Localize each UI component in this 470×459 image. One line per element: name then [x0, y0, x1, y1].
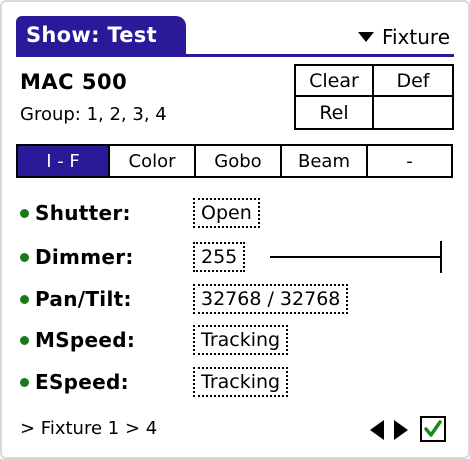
header-divider — [16, 54, 454, 57]
status-dot-icon — [20, 335, 29, 345]
tab-beam[interactable]: Beam — [282, 146, 368, 176]
fixture-menu-label: Fixture — [381, 25, 450, 49]
clear-button[interactable]: Clear — [296, 66, 374, 97]
action-button-grid: Clear Def Rel — [294, 64, 454, 130]
fixture-menu-dropdown[interactable]: Fixture — [357, 22, 450, 52]
arrow-left-icon[interactable] — [368, 419, 386, 441]
status-dot-icon — [20, 377, 29, 387]
status-dot-icon — [20, 294, 29, 304]
parameter-tabs: I - F Color Gobo Beam - — [16, 144, 453, 178]
mspeed-value-field[interactable]: Tracking — [193, 325, 289, 355]
tab-more[interactable]: - — [368, 146, 451, 176]
dimmer-slider-thumb[interactable] — [440, 241, 442, 273]
dimmer-row: Dimmer: — [20, 240, 134, 274]
fixture-breadcrumb: > Fixture 1 > 4 — [20, 418, 158, 439]
rel-button[interactable]: Rel — [296, 97, 374, 128]
shutter-row: Shutter: — [20, 196, 131, 230]
show-title: Show: Test — [16, 16, 186, 54]
mspeed-label: MSpeed: — [35, 328, 136, 352]
fixture-name: MAC 500 — [20, 70, 128, 94]
espeed-value-field[interactable]: Tracking — [193, 367, 289, 397]
empty-button[interactable] — [374, 97, 452, 128]
checkmark-icon — [424, 420, 442, 437]
fixture-group: Group: 1, 2, 3, 4 — [20, 104, 167, 125]
shutter-label: Shutter: — [35, 201, 131, 225]
pantilt-row: Pan/Tilt: — [20, 282, 132, 316]
dimmer-label: Dimmer: — [35, 245, 134, 269]
dimmer-value-field[interactable]: 255 — [193, 242, 246, 272]
dimmer-slider-track[interactable] — [270, 256, 442, 258]
espeed-label: ESpeed: — [35, 370, 129, 394]
tab-color[interactable]: Color — [110, 146, 196, 176]
status-dot-icon — [20, 208, 29, 218]
status-dot-icon — [20, 252, 29, 262]
shutter-value-field[interactable]: Open — [193, 198, 260, 228]
tab-gobo[interactable]: Gobo — [196, 146, 282, 176]
triangle-down-icon — [357, 32, 374, 42]
pantilt-label: Pan/Tilt: — [35, 287, 132, 311]
pantilt-value-field[interactable]: 32768 / 32768 — [193, 284, 349, 314]
def-button[interactable]: Def — [374, 66, 452, 97]
tab-intensity-focus[interactable]: I - F — [18, 146, 110, 176]
confirm-checkbox[interactable] — [420, 416, 446, 442]
mspeed-row: MSpeed: — [20, 323, 135, 357]
arrow-right-icon[interactable] — [392, 419, 410, 441]
espeed-row: ESpeed: — [20, 365, 129, 399]
